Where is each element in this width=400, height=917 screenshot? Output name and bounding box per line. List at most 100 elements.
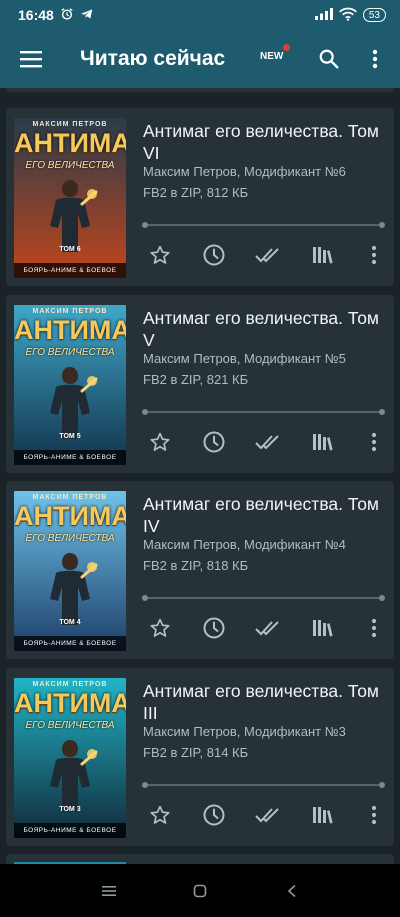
library-button[interactable]: [307, 240, 337, 270]
book-card[interactable]: МАКСИМ ПЕТРОВ АНТИМАГ ЕГО ВЕЛИЧЕСТВА ТОМ…: [6, 481, 394, 659]
wifi-icon: [339, 7, 357, 24]
more-vertical-icon: [371, 245, 377, 265]
mark-as-read-button[interactable]: [253, 613, 283, 643]
recents-icon: [102, 886, 116, 896]
cover-subtitle: ЕГО ВЕЛИЧЕСТВА: [25, 347, 115, 358]
library-button[interactable]: [307, 800, 337, 830]
menu-button[interactable]: [0, 30, 62, 88]
cover-volume: ТОМ 5: [59, 433, 81, 440]
star-outline-icon: [150, 618, 170, 637]
cover-warrior-illustration: [50, 367, 98, 439]
recents-button[interactable]: [98, 880, 120, 902]
status-bar: 16:48 53: [0, 0, 400, 30]
new-button[interactable]: NEW: [260, 51, 283, 62]
book-actions: [143, 427, 389, 457]
more-vertical-icon: [372, 49, 378, 69]
cover-warrior-illustration: [50, 180, 98, 252]
reading-progress-bar[interactable]: [142, 595, 385, 601]
cover-author: МАКСИМ ПЕТРОВ: [32, 494, 108, 501]
reading-progress-bar[interactable]: [142, 782, 385, 788]
search-icon: [319, 49, 339, 69]
cover-genre: БОЯРЬ-АНИМЕ & БОЕВОЕ ФЭНТЕЗИ: [14, 263, 126, 278]
book-actions: [143, 240, 389, 270]
cover-volume: ТОМ 6: [59, 246, 81, 253]
favorite-button[interactable]: [145, 613, 175, 643]
book-file-info: FB2 в ZIP, 814 КБ: [143, 745, 249, 760]
system-navigation-bar: [0, 864, 400, 917]
status-time: 16:48: [18, 7, 54, 23]
back-button[interactable]: [281, 880, 303, 902]
book-cover[interactable]: МАКСИМ ПЕТРОВ АНТИМАГ ЕГО ВЕЛИЧЕСТВА ТОМ…: [14, 491, 126, 651]
cover-genre: БОЯРЬ-АНИМЕ & БОЕВОЕ ФЭНТЕЗИ: [14, 450, 126, 465]
book-title[interactable]: Антимаг его величества. Том VI: [143, 120, 389, 164]
cover-subtitle: ЕГО ВЕЛИЧЕСТВА: [25, 533, 115, 544]
book-card[interactable]: МАКСИМ ПЕТРОВ АНТИМАГ ЕГО ВЕЛИЧЕСТВА ТОМ…: [6, 295, 394, 473]
alarm-icon: [60, 7, 74, 24]
book-card[interactable]: МАКСИМ ПЕТРОВ АНТИМАГ ЕГО ВЕЛИЧЕСТВА ТОМ…: [6, 668, 394, 846]
book-cover[interactable]: МАКСИМ ПЕТРОВ АНТИМАГ ЕГО ВЕЛИЧЕСТВА ТОМ…: [14, 678, 126, 838]
overflow-menu-button[interactable]: [362, 44, 388, 74]
search-button[interactable]: [314, 44, 344, 74]
cover-volume: ТОМ 3: [59, 806, 81, 813]
book-author: Максим Петров, Модификант №3: [143, 724, 346, 739]
more-vertical-icon: [371, 618, 377, 638]
progress-start-marker: [142, 782, 148, 788]
library-button[interactable]: [307, 613, 337, 643]
book-actions: [143, 613, 389, 643]
double-check-icon: [255, 435, 279, 450]
home-button[interactable]: [189, 880, 211, 902]
home-icon: [193, 884, 207, 898]
book-card[interactable]: МАКСИМ ПЕТРОВ АНТИМАГ ЕГО ВЕЛИЧЕСТВА ТОМ…: [6, 108, 394, 286]
cover-author: МАКСИМ ПЕТРОВ: [32, 308, 108, 315]
previous-card-edge: [6, 88, 394, 92]
favorite-button[interactable]: [145, 240, 175, 270]
book-title[interactable]: Антимаг его величества. Том IV: [143, 493, 389, 537]
cover-author: МАКСИМ ПЕТРОВ: [32, 681, 108, 688]
clock-icon: [203, 431, 225, 453]
library-button[interactable]: [307, 427, 337, 457]
book-menu-button[interactable]: [359, 427, 389, 457]
book-cover[interactable]: МАКСИМ ПЕТРОВ АНТИМАГ ЕГО ВЕЛИЧЕСТВА ТОМ…: [14, 305, 126, 465]
cover-genre: БОЯРЬ-АНИМЕ & БОЕВОЕ ФЭНТЕЗИ: [14, 823, 126, 838]
cover-title: АНТИМАГ: [14, 315, 126, 345]
app-bar: Читаю сейчас NEW: [0, 30, 400, 88]
history-button[interactable]: [199, 427, 229, 457]
book-menu-button[interactable]: [359, 613, 389, 643]
book-menu-button[interactable]: [359, 800, 389, 830]
hamburger-menu-icon: [20, 51, 42, 68]
page-title: Читаю сейчас: [80, 47, 226, 70]
reading-progress-bar[interactable]: [142, 409, 385, 415]
book-file-info: FB2 в ZIP, 818 КБ: [143, 558, 249, 573]
book-title[interactable]: Антимаг его величества. Том V: [143, 307, 389, 351]
library-icon: [313, 247, 333, 264]
history-button[interactable]: [199, 800, 229, 830]
book-author: Максим Петров, Модификант №4: [143, 537, 346, 552]
progress-start-marker: [142, 409, 148, 415]
mark-as-read-button[interactable]: [253, 800, 283, 830]
book-cover[interactable]: МАКСИМ ПЕТРОВ АНТИМАГ ЕГО ВЕЛИЧЕСТВА ТОМ…: [14, 118, 126, 278]
cover-title: АНТИМАГ: [14, 501, 126, 531]
library-icon: [313, 807, 333, 824]
star-outline-icon: [150, 805, 170, 824]
star-outline-icon: [150, 245, 170, 264]
telegram-icon: [80, 7, 94, 24]
cover-author: МАКСИМ ПЕТРОВ: [32, 121, 108, 128]
favorite-button[interactable]: [145, 427, 175, 457]
book-title[interactable]: Антимаг его величества. Том III: [143, 680, 389, 724]
history-button[interactable]: [199, 613, 229, 643]
history-button[interactable]: [199, 240, 229, 270]
battery-indicator: 53: [362, 8, 386, 22]
progress-end-marker: [379, 595, 385, 601]
progress-start-marker: [142, 222, 148, 228]
cover-warrior-illustration: [50, 553, 98, 625]
clock-icon: [203, 804, 225, 826]
mark-as-read-button[interactable]: [253, 240, 283, 270]
mark-as-read-button[interactable]: [253, 427, 283, 457]
reading-progress-bar[interactable]: [142, 222, 385, 228]
favorite-button[interactable]: [145, 800, 175, 830]
more-vertical-icon: [371, 432, 377, 452]
book-file-info: FB2 в ZIP, 812 КБ: [143, 185, 249, 200]
book-menu-button[interactable]: [359, 240, 389, 270]
cover-subtitle: ЕГО ВЕЛИЧЕСТВА: [25, 720, 115, 731]
book-list[interactable]: МАКСИМ ПЕТРОВ АНТИМАГ ЕГО ВЕЛИЧЕСТВА ТОМ…: [0, 88, 400, 864]
